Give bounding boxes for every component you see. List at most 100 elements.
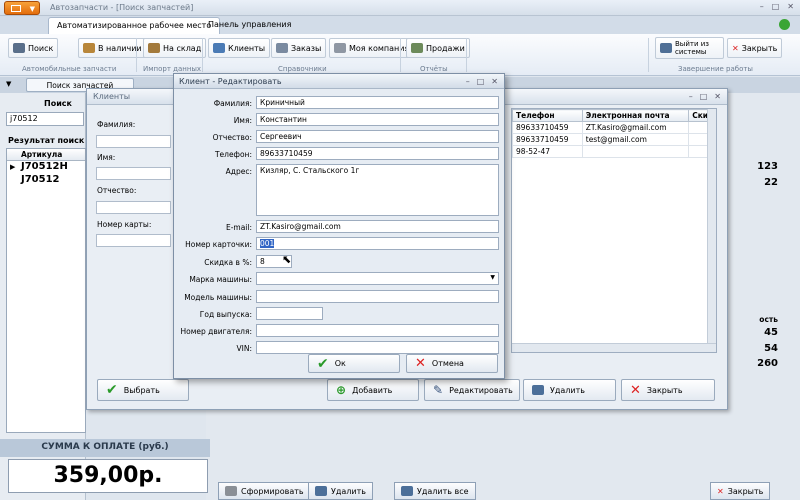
vin-field[interactable]: [256, 341, 499, 354]
card-number-field[interactable]: 001: [256, 237, 499, 250]
table-row[interactable]: 98-52-47: [512, 145, 716, 158]
bottom-close-button[interactable]: ✕ Закрыть: [710, 482, 771, 500]
edit-button[interactable]: ✎ Редактировать: [424, 379, 520, 401]
list-item[interactable]: J70512: [7, 174, 85, 187]
search-label: Поиск: [44, 99, 72, 108]
close-icon[interactable]: ✕: [787, 2, 794, 11]
field-label: Номер двигателя:: [180, 327, 252, 336]
field-label: Фамилия:: [213, 99, 252, 108]
sum-value: 359,00р.: [8, 459, 208, 493]
users-icon: [213, 43, 225, 53]
table-row[interactable]: 89633710459 test@gmail.com: [512, 133, 716, 146]
cancel-button[interactable]: ✕ Отмена: [406, 354, 498, 373]
qty-value: 123: [757, 161, 778, 172]
close-clients-button[interactable]: ✕ Закрыть: [621, 379, 715, 401]
bottom-toolbar: Сформировать Удалить Удалить все ✕ Закрыт…: [210, 482, 800, 500]
part-search-input[interactable]: j70512: [6, 112, 84, 126]
address-field[interactable]: Кизляр, С. Стальского 1г: [256, 164, 499, 216]
minimize-icon[interactable]: –: [466, 77, 470, 86]
row-pointer-icon: ▶: [10, 163, 16, 171]
filter-first-name-input[interactable]: [96, 167, 171, 180]
title-bar: ▼ Автозапчасти - [Поиск запчастей] – □ ✕: [0, 0, 800, 16]
email-field[interactable]: ZT.Kasiro@gmail.com: [256, 220, 499, 233]
help-icon[interactable]: [779, 19, 790, 30]
field-label: E-mail:: [225, 223, 252, 232]
filter-label: Номер карты:: [97, 220, 152, 229]
clients-table: Телефон Электронная почта Ски 8963371045…: [511, 108, 717, 353]
filter-last-name-input[interactable]: [96, 135, 171, 148]
table-cell: ZT.Kasiro@gmail.com: [581, 121, 690, 134]
delete-all-button[interactable]: Удалить все: [394, 482, 476, 500]
ok-button[interactable]: ✔ Ок: [308, 354, 400, 373]
my-company-button[interactable]: Моя компания: [329, 38, 415, 58]
close-icon[interactable]: ✕: [491, 77, 498, 86]
chevron-down-icon[interactable]: ▼: [6, 80, 11, 88]
field-label: Модель машины:: [184, 293, 252, 302]
field-label: Отчество:: [212, 133, 252, 142]
search-button[interactable]: Поиск: [8, 38, 59, 58]
engine-number-field[interactable]: [256, 324, 499, 337]
close-icon[interactable]: ✕: [714, 92, 721, 101]
minimize-icon[interactable]: –: [760, 2, 764, 11]
table-cell: 89633710459: [512, 121, 583, 134]
field-label: Телефон:: [214, 150, 252, 159]
ribbon-close-button[interactable]: ✕ Закрыть: [727, 38, 783, 58]
app-menu-button[interactable]: ▼: [4, 1, 40, 15]
chevron-down-icon[interactable]: ▼: [490, 274, 495, 281]
sales-button[interactable]: Продажи: [406, 38, 470, 58]
first-name-field[interactable]: Константин: [256, 113, 499, 126]
delete-client-button[interactable]: Удалить: [523, 379, 616, 401]
tab-control-panel[interactable]: Панель управления: [200, 17, 299, 34]
vertical-scrollbar[interactable]: [707, 109, 716, 352]
phone-field[interactable]: 89633710459: [256, 147, 499, 160]
plus-icon: ⊕: [336, 383, 347, 397]
orders-button[interactable]: Заказы: [271, 38, 327, 58]
table-row[interactable]: 89633710459 ZT.Kasiro@gmail.com: [512, 121, 716, 134]
qty-header: ость: [759, 315, 778, 324]
clients-button[interactable]: Клиенты: [208, 38, 271, 58]
to-stock-button[interactable]: На склад: [143, 38, 207, 58]
list-item[interactable]: ▶ J70512H: [7, 161, 85, 174]
filter-patronymic-input[interactable]: [96, 201, 171, 214]
box-icon: [83, 43, 95, 53]
close-x-icon: ✕: [717, 486, 724, 496]
column-header-phone[interactable]: Телефон: [512, 109, 583, 122]
sum-label: СУММА К ОПЛАТЕ (руб.): [0, 439, 210, 457]
filter-card-input[interactable]: [96, 234, 171, 247]
delete-button[interactable]: Удалить: [308, 482, 373, 500]
select-button[interactable]: ✔ Выбрать: [97, 379, 189, 401]
maximize-icon[interactable]: □: [772, 2, 780, 11]
filter-label: Отчество:: [97, 186, 137, 195]
field-label: Скидка в %:: [204, 258, 252, 267]
field-label: Номер карточки:: [185, 240, 252, 249]
form-button[interactable]: Сформировать: [218, 482, 311, 500]
year-field[interactable]: [256, 307, 323, 320]
filter-label: Фамилия:: [97, 120, 136, 129]
dialog-title: Клиент - Редактировать: [174, 74, 504, 89]
group-label-directories: Справочники: [278, 65, 327, 73]
add-button[interactable]: ⊕ Добавить: [327, 379, 419, 401]
group-label-reports: Отчёты: [420, 65, 448, 73]
qty-value: 45: [764, 327, 778, 338]
last-name-field[interactable]: Криничный: [256, 96, 499, 109]
minimize-icon[interactable]: –: [689, 92, 693, 101]
column-header[interactable]: Артикула: [7, 149, 85, 161]
car-brand-select[interactable]: ▼: [256, 272, 499, 285]
maximize-icon[interactable]: □: [700, 92, 708, 101]
group-label-parts: Автомобильные запчасти: [22, 65, 117, 73]
pencil-icon: ✎: [433, 383, 444, 397]
screen: ▼ Автозапчасти - [Поиск запчастей] – □ ✕…: [0, 0, 800, 500]
table-cell: 98-52-47: [512, 145, 583, 158]
client-edit-dialog: Клиент - Редактировать – □ ✕ Фамилия: Кр…: [173, 73, 505, 379]
ribbon-tabs: Автоматизированное рабочее место Панель …: [0, 16, 800, 34]
column-header-email[interactable]: Электронная почта: [581, 109, 690, 122]
maximize-icon[interactable]: □: [477, 77, 485, 86]
field-label: Год выпуска:: [199, 310, 252, 319]
logout-button[interactable]: Выйти из системы: [655, 37, 724, 59]
tab-workstation[interactable]: Автоматизированное рабочее место: [48, 17, 221, 34]
qty-value: 22: [764, 177, 778, 188]
car-model-field[interactable]: [256, 290, 499, 303]
result-list: Артикула ▶ J70512H J70512: [6, 148, 86, 433]
horizontal-scrollbar[interactable]: [512, 343, 716, 352]
patronymic-field[interactable]: Сергеевич: [256, 130, 499, 143]
